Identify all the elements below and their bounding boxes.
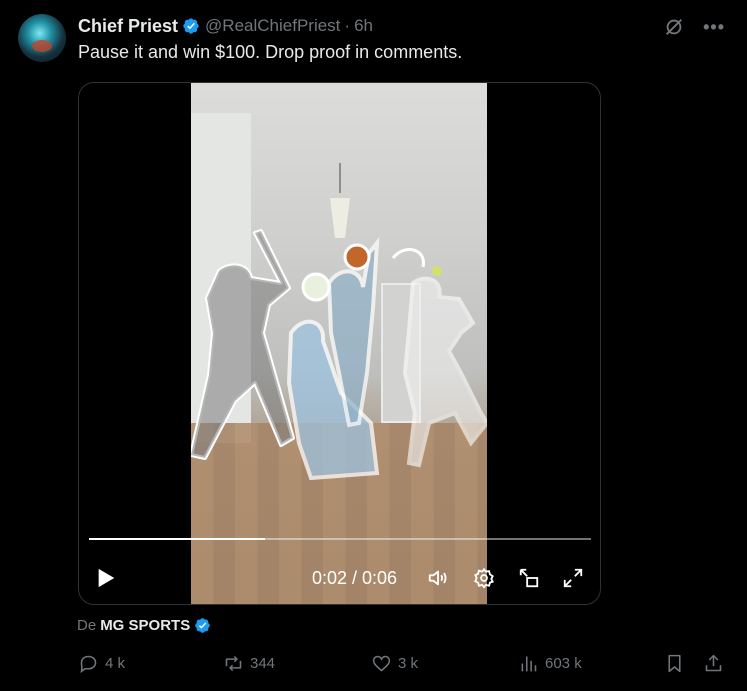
tweet-top-actions: ••• <box>663 16 725 38</box>
timestamp[interactable]: 6h <box>354 16 373 36</box>
share-button[interactable] <box>703 653 724 674</box>
source-verified-badge-icon <box>195 618 210 633</box>
source-prefix: De <box>77 617 97 634</box>
volume-icon[interactable] <box>427 567 449 589</box>
video-progress-fill <box>89 538 265 540</box>
video-progress-bar[interactable] <box>89 538 591 540</box>
settings-icon[interactable] <box>473 567 495 589</box>
views-button[interactable]: 603 k <box>518 653 582 674</box>
separator: · <box>344 16 351 35</box>
tweet-actions: 4 k 344 3 k 603 k <box>78 653 728 677</box>
play-icon[interactable] <box>95 567 117 589</box>
heart-icon <box>372 655 391 672</box>
source-name[interactable]: MG SPORTS <box>100 617 190 634</box>
fullscreen-icon[interactable] <box>562 567 584 589</box>
reply-count: 4 k <box>105 655 126 672</box>
video-frame[interactable] <box>191 83 487 604</box>
like-count: 3 k <box>398 655 419 672</box>
author-handle[interactable]: @RealChiefPriest <box>205 16 340 36</box>
view-count: 603 k <box>545 655 582 672</box>
video-player[interactable]: 0:02 / 0:06 <box>78 82 601 605</box>
more-options-icon[interactable]: ••• <box>703 18 725 36</box>
repost-count: 344 <box>250 655 276 672</box>
views-icon <box>521 656 537 672</box>
verified-badge-icon[interactable] <box>182 17 200 35</box>
video-source-attribution: De MG SPORTS <box>77 617 211 634</box>
repost-button[interactable]: 344 <box>223 653 275 674</box>
avatar[interactable] <box>18 14 66 62</box>
like-button[interactable]: 3 k <box>371 653 418 674</box>
author-name[interactable]: Chief Priest <box>78 16 178 37</box>
pip-icon[interactable] <box>518 567 540 589</box>
share-icon <box>705 654 722 672</box>
tweet-header: Chief Priest @RealChiefPriest · 6h <box>78 15 373 37</box>
bookmark-icon <box>668 654 681 673</box>
repost-icon <box>225 655 242 672</box>
tweet[interactable]: Chief Priest @RealChiefPriest · 6h ••• P… <box>0 0 747 691</box>
video-people-graphic <box>191 229 487 481</box>
tweet-text: Pause it and win $100. Drop proof in com… <box>78 42 463 62</box>
video-time-display: 0:02 / 0:06 <box>312 568 398 588</box>
reply-icon <box>80 655 97 674</box>
bookmark-button[interactable] <box>664 653 685 674</box>
grok-icon[interactable] <box>663 16 685 38</box>
reply-button[interactable]: 4 k <box>78 653 125 674</box>
